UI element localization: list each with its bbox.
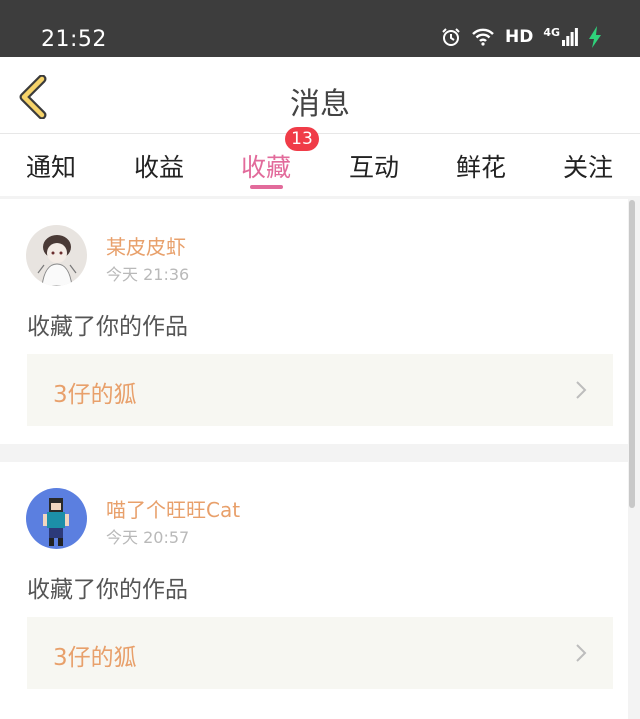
chevron-right-icon — [576, 381, 587, 399]
status-icons: HD 4G — [441, 26, 602, 48]
work-link[interactable]: 3仔的狐 — [27, 354, 613, 426]
message-card: 喵了个旺旺Cat 今天 20:57 收藏了你的作品 3仔的狐 — [0, 462, 628, 719]
action-text: 收藏了你的作品 — [27, 314, 188, 340]
status-bar: 21:52 HD 4G — [0, 0, 640, 57]
username[interactable]: 某皮皮虾 — [106, 231, 186, 260]
tab-interactions[interactable]: 互动 — [349, 148, 399, 184]
work-link[interactable]: 3仔的狐 — [27, 617, 613, 689]
timestamp: 今天 21:36 — [106, 265, 190, 284]
work-title: 3仔的狐 — [53, 382, 137, 408]
tab-favorites[interactable]: 收藏 — [241, 148, 291, 184]
unread-badge: 13 — [285, 127, 319, 151]
tab-flowers[interactable]: 鲜花 — [456, 148, 506, 184]
active-tab-indicator — [250, 185, 283, 189]
page-title: 消息 — [290, 87, 350, 122]
tab-bar: 通知 收益 收藏 13 互动 鲜花 关注 — [0, 127, 640, 196]
timestamp: 今天 20:57 — [106, 528, 190, 547]
tab-follows[interactable]: 关注 — [563, 148, 613, 184]
message-card: 某皮皮虾 今天 21:36 收藏了你的作品 3仔的狐 — [0, 199, 628, 444]
battery-charging-icon — [588, 26, 602, 48]
avatar[interactable] — [26, 488, 87, 549]
network-label: 4G — [543, 26, 560, 39]
wifi-icon — [471, 27, 495, 47]
action-text: 收藏了你的作品 — [27, 577, 188, 603]
header: 消息 — [0, 57, 640, 134]
scrollbar[interactable] — [629, 200, 635, 508]
signal-icon: 4G — [543, 26, 578, 46]
chevron-right-icon — [576, 644, 587, 662]
work-title: 3仔的狐 — [53, 645, 137, 671]
avatar[interactable] — [26, 225, 87, 286]
username[interactable]: 喵了个旺旺Cat — [106, 494, 240, 523]
tab-earnings[interactable]: 收益 — [134, 148, 184, 184]
tab-notifications[interactable]: 通知 — [26, 148, 76, 184]
hd-label: HD — [504, 27, 534, 47]
status-time: 21:52 — [41, 27, 107, 52]
alarm-icon — [441, 27, 461, 47]
